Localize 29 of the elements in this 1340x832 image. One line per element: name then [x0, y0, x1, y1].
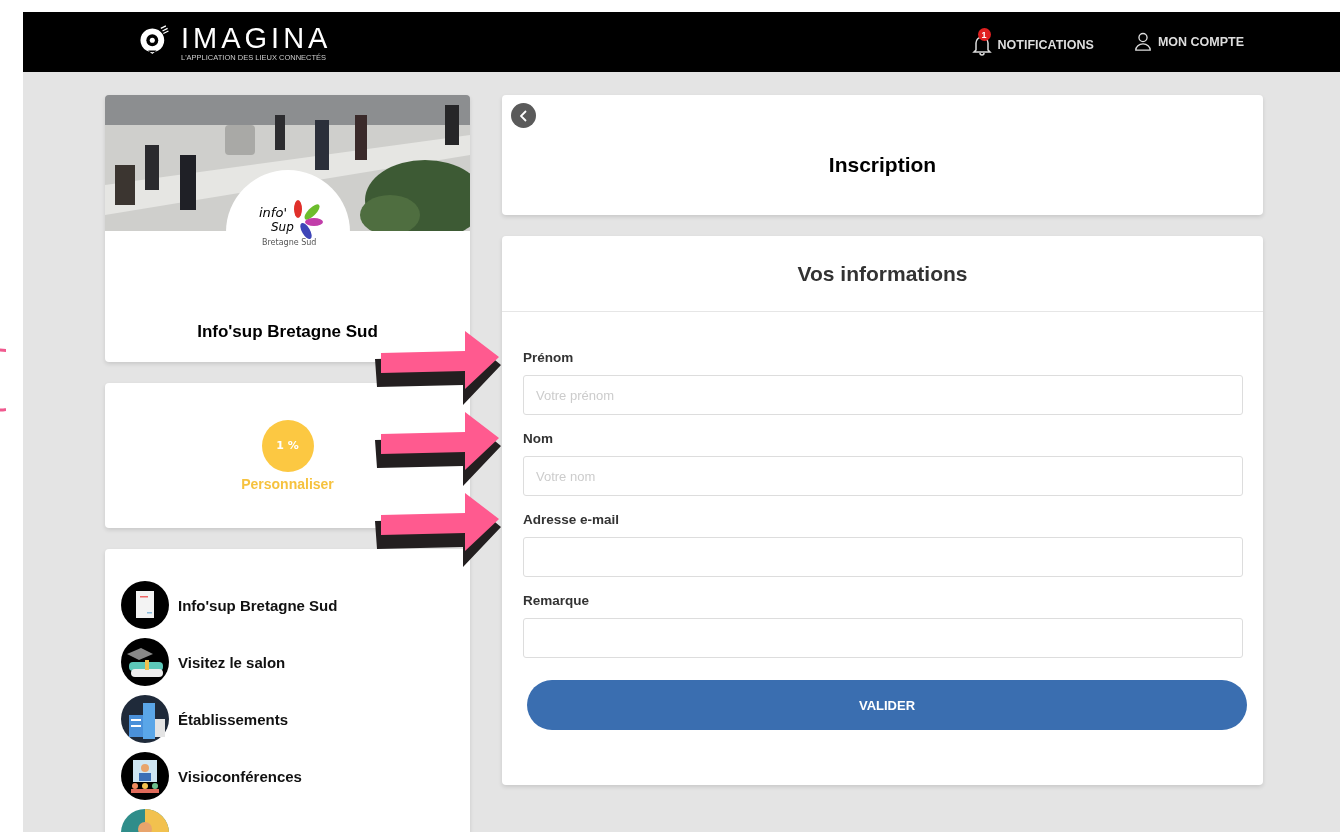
progress-circle: 1 %	[261, 419, 314, 472]
menu-item[interactable]: Info'sup Bretagne Sud	[121, 581, 470, 629]
field-label: Adresse e-mail	[523, 512, 621, 527]
menu-item[interactable]: Visioconférences	[121, 752, 470, 800]
page-title: Inscription	[828, 153, 937, 177]
video-conference-icon	[121, 752, 169, 800]
logo-text: info'	[259, 205, 287, 220]
menu-item[interactable]: Visitez le salon	[121, 638, 470, 686]
submit-button[interactable]: VALIDER	[527, 680, 1247, 730]
input-field[interactable]	[523, 618, 1243, 658]
logo-text: Bretagne Sud	[262, 238, 317, 247]
organization-name: Info'sup Bretagne Sud	[196, 322, 379, 342]
notification-badge: 1	[977, 28, 991, 41]
field-label: Nom	[523, 431, 554, 446]
user-icon	[1133, 32, 1152, 52]
field-label: Remarque	[523, 593, 591, 608]
notifications-link[interactable]: 1 NOTIFICATIONS	[967, 26, 1094, 58]
account-link[interactable]: MON COMPTE	[1133, 26, 1244, 58]
logo-text: Sup	[271, 220, 294, 234]
back-button[interactable]	[511, 103, 536, 128]
menu-item[interactable]: Établissements	[121, 695, 470, 743]
buildings-icon	[121, 695, 169, 743]
form-title: Vos informations	[502, 236, 1263, 312]
logo-name: IMAGINA	[181, 22, 332, 53]
document-icon	[121, 581, 169, 629]
field-label: Prénom	[523, 350, 575, 365]
chevron-left-icon	[520, 109, 527, 122]
diploma-icon	[121, 638, 169, 686]
input-field[interactable]	[523, 537, 1243, 577]
